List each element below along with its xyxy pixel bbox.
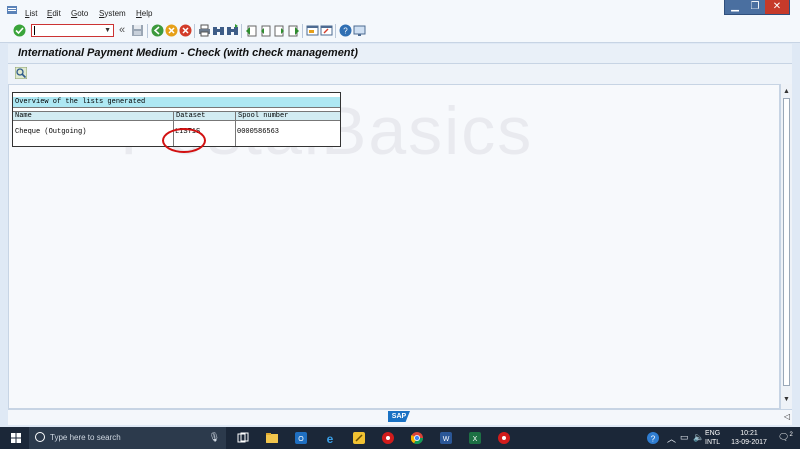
zoom-detail-icon[interactable]	[15, 67, 27, 79]
sap-menu-icon[interactable]	[7, 5, 17, 15]
find-next-icon[interactable]	[226, 24, 239, 37]
svg-text:?: ?	[651, 435, 656, 444]
first-page-icon[interactable]	[245, 24, 258, 37]
table-header-row: Name Dataset Spool number	[13, 111, 340, 121]
network-icon[interactable]: ▭	[680, 432, 689, 443]
windows-taskbar: Type here to search 🎙 O e W X ? ︿ ▭ 🔈 EN…	[0, 427, 800, 449]
save-icon[interactable]	[131, 24, 144, 37]
svg-text:?: ?	[343, 27, 348, 36]
clock-time: 10:21	[740, 430, 758, 437]
back-icon[interactable]	[151, 24, 164, 37]
outlook-icon[interactable]: O	[295, 432, 307, 444]
next-page-icon[interactable]	[273, 24, 286, 37]
system-clock[interactable]: 10:21 13-09-2017	[731, 429, 767, 447]
clock-date: 13-09-2017	[731, 439, 767, 446]
scrollbar-thumb[interactable]	[783, 98, 790, 386]
scroll-down-icon[interactable]: ▼	[783, 396, 790, 403]
svg-text:W: W	[443, 436, 450, 443]
language-code: ENG	[705, 430, 721, 437]
action-center-icon[interactable]: 🗨2	[778, 432, 793, 443]
standard-toolbar: ▼ « ?	[0, 20, 800, 43]
task-view-icon[interactable]	[237, 432, 249, 444]
volume-icon[interactable]: 🔈	[693, 432, 704, 443]
toolbar-separator	[335, 24, 336, 38]
column-header-spool-number: Spool number	[235, 112, 342, 120]
microphone-icon[interactable]: 🎙	[209, 432, 220, 443]
search-placeholder: Type here to search	[50, 433, 121, 442]
previous-page-icon[interactable]	[259, 24, 272, 37]
svg-text:X: X	[473, 436, 478, 443]
cell-name[interactable]: Cheque (Outgoing)	[13, 127, 173, 139]
sap-gui-icon[interactable]	[382, 432, 394, 444]
application-toolbar	[8, 64, 792, 84]
notification-count: 2	[789, 432, 793, 438]
menu-item-help[interactable]: Help	[136, 9, 152, 18]
cell-spool-number[interactable]: 0000586563	[235, 127, 342, 139]
exit-icon[interactable]	[165, 24, 178, 37]
table-caption: Overview of the lists generated	[13, 97, 340, 108]
scroll-up-icon[interactable]: ▲	[783, 88, 790, 95]
keyboard-layout: INTL	[705, 439, 721, 446]
menu-item-system[interactable]: System	[99, 9, 126, 18]
create-session-icon[interactable]	[306, 24, 319, 37]
restore-button[interactable]: ❐	[745, 0, 765, 14]
cortana-icon	[35, 432, 45, 442]
sap-gui-icon-2[interactable]	[498, 432, 510, 444]
menu-item-edit[interactable]: Edit	[47, 9, 61, 18]
toolbar-separator	[194, 24, 195, 38]
enter-check-icon[interactable]	[13, 24, 26, 37]
windows-start-icon[interactable]	[11, 433, 21, 443]
help-icon[interactable]: ?	[339, 24, 352, 37]
column-header-name: Name	[15, 112, 32, 120]
customize-layout-icon[interactable]	[353, 24, 366, 37]
chevron-up-icon[interactable]: ︿	[667, 432, 676, 445]
svg-text:O: O	[298, 436, 304, 443]
language-indicator[interactable]: ENG INTL	[705, 429, 720, 447]
close-button[interactable]: ✕	[765, 0, 789, 14]
page-title: International Payment Medium - Check (wi…	[18, 47, 358, 59]
screen-title-bar: International Payment Medium - Check (wi…	[8, 44, 792, 64]
toolbar-separator	[241, 24, 242, 38]
text-cursor	[34, 26, 35, 35]
shortcut-icon[interactable]	[320, 24, 333, 37]
excel-icon[interactable]: X	[469, 432, 481, 444]
svg-text:e: e	[327, 432, 334, 444]
status-expand-icon[interactable]: ◁	[784, 412, 790, 421]
file-explorer-icon[interactable]	[266, 432, 278, 444]
toolbar-separator	[302, 24, 303, 38]
menu-item-list[interactable]: List	[25, 9, 37, 18]
print-icon[interactable]	[198, 24, 211, 37]
find-icon[interactable]	[212, 24, 225, 37]
toolbar-separator	[147, 24, 148, 38]
back-double-arrow-icon[interactable]: «	[119, 24, 125, 36]
last-page-icon[interactable]	[287, 24, 300, 37]
window-controls: ▁ ❐ ✕	[724, 0, 790, 15]
command-field[interactable]: ▼	[31, 24, 114, 37]
vertical-scrollbar[interactable]: ▲ ▼	[780, 84, 792, 409]
cancel-icon[interactable]	[179, 24, 192, 37]
menu-bar: List Edit Goto System Help ▁ ❐ ✕	[0, 0, 800, 20]
help-circle-icon[interactable]: ?	[647, 432, 659, 444]
chrome-icon[interactable]	[411, 432, 423, 444]
menu-item-goto[interactable]: Goto	[71, 9, 88, 18]
sap-logon-icon[interactable]	[353, 432, 365, 444]
minimize-button[interactable]: ▁	[725, 0, 745, 14]
column-header-dataset: Dataset	[173, 112, 235, 120]
chevron-down-icon[interactable]: ▼	[104, 27, 111, 34]
taskbar-search-box[interactable]: Type here to search 🎙	[29, 427, 226, 449]
word-icon[interactable]: W	[440, 432, 452, 444]
annotation-circle	[162, 128, 206, 153]
edge-icon[interactable]: e	[324, 432, 336, 444]
